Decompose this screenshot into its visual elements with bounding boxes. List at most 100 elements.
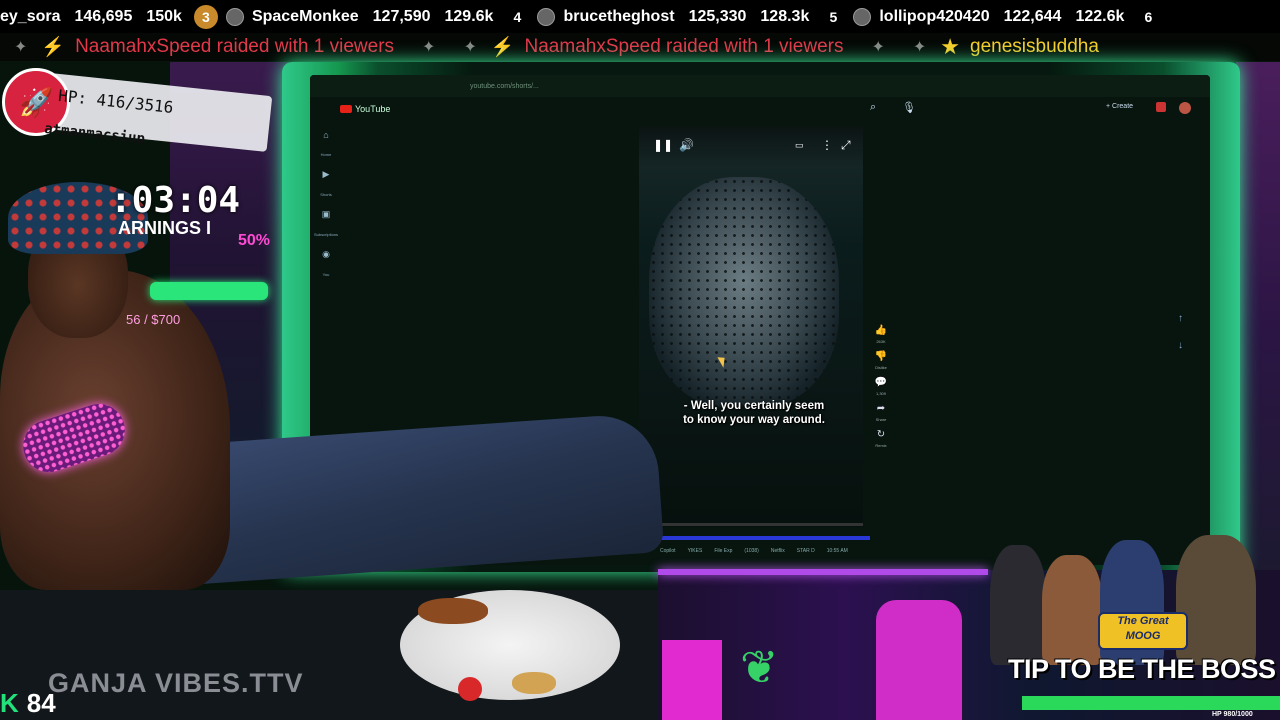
youtube-header: YouTube (310, 97, 1210, 121)
hp-card: 🚀 (2, 68, 273, 178)
short-video-player[interactable]: ❚❚ 🔊 ▭ ⋮ ⤢ - Well, you certainly seem to… (639, 127, 863, 527)
captions-icon[interactable]: ▭ (795, 140, 804, 151)
youtube-play-icon (340, 105, 352, 113)
leaderboard-name: SpaceMonkee (251, 7, 359, 25)
fullscreen-icon[interactable]: ⤢ (841, 138, 851, 153)
remix-label: Remix (875, 443, 887, 448)
sparkle-icon: ✦ (463, 39, 477, 56)
taskbar-item[interactable]: (1038) (744, 548, 758, 554)
raid-message: NaamahxSpeed raided with 1 viewers (524, 36, 844, 57)
more-options-icon[interactable]: ⋮ (821, 138, 833, 152)
tip-banner: TIP TO BE THE BOSS (1008, 654, 1276, 684)
taskbar-item[interactable]: Copilot (660, 548, 676, 554)
leaderboard-short: 128.3k (760, 7, 810, 25)
viewer-number: 84 (26, 688, 56, 718)
goal-text: 56 / $700 (126, 312, 181, 327)
scroll-arrows: ↑ ↓ (1178, 313, 1183, 351)
sidebar-item-subscriptions[interactable]: Subscriptions (314, 232, 338, 237)
raid-ticker: ✦ ⚡ NaamahxSpeed raided with 1 viewers ✦… (0, 33, 1280, 61)
stream-timer: :03:04 (110, 180, 241, 221)
leaderboard-entry: 6 (1136, 5, 1160, 29)
moog-badge: The Great MOOG (1098, 612, 1188, 650)
subscriptions-icon[interactable]: ▣ (322, 209, 331, 220)
boss-hp-label: HP 980/1000 (1212, 711, 1253, 718)
leaderboard-name: lollipop420420 (879, 7, 990, 25)
leaderboard-score: 125,330 (688, 7, 747, 25)
create-button[interactable]: + Create (1106, 103, 1133, 110)
controller-button (458, 677, 482, 701)
boss-hp-bar (1022, 696, 1280, 710)
leaderboard-name: ey_sora (0, 7, 61, 25)
raid-message: NaamahxSpeed raided with 1 viewers (75, 36, 395, 57)
volume-icon[interactable]: 🔊 (679, 138, 694, 152)
leaderboard-bar: ey_sora 146,695 150k 3 SpaceMonkee 127,5… (0, 0, 1280, 33)
warnings-label: ARNINGS I (118, 218, 212, 238)
window-highlight-bar (660, 536, 870, 540)
leaderboard-entry: 3 SpaceMonkee 127,590 129.6k (193, 4, 493, 29)
home-icon[interactable]: ⌂ (323, 130, 328, 140)
percent-label: 50% (238, 232, 271, 249)
sidebar-item-home[interactable]: Home (321, 152, 332, 157)
comment-icon[interactable]: 💬 (875, 377, 887, 388)
url-text: youtube.com/shorts/... (470, 82, 539, 90)
avatar (853, 7, 872, 26)
sparkle-icon: ✦ (912, 39, 927, 56)
notification-bell-icon[interactable] (1156, 102, 1166, 112)
avatar[interactable] (1179, 102, 1191, 114)
leaf-icon: ❦ (740, 641, 779, 693)
you-icon[interactable]: ◉ (322, 249, 330, 260)
sidebar-item-shorts[interactable]: Shorts (320, 192, 332, 197)
shorts-icon[interactable]: ▶ (323, 169, 330, 180)
youtube-logo-text: YouTube (355, 104, 391, 114)
sparkle-icon: ✦ (422, 39, 436, 56)
search-icon[interactable]: ⌕ (870, 101, 876, 114)
sidebar-item-you[interactable]: You (323, 272, 330, 277)
pause-icon[interactable]: ❚❚ (653, 138, 673, 152)
address-bar[interactable]: youtube.com/shorts/... (310, 75, 1210, 97)
microphone-icon[interactable]: 🎙 (902, 101, 916, 114)
taskbar-item[interactable]: YIKES (688, 548, 703, 554)
food (418, 598, 488, 624)
youtube-logo[interactable]: YouTube (340, 104, 390, 114)
subtitle-line: to know your way around. (683, 414, 825, 426)
sparkle-icon: ✦ (871, 39, 885, 56)
video-controls: ❚❚ 🔊 ▭ ⋮ ⤢ (639, 127, 863, 167)
viewer-prefix: K (0, 688, 19, 718)
taskbar-item[interactable]: Netflix (771, 548, 785, 554)
leaderboard-short: 122.6k (1075, 7, 1125, 25)
subtitle-line: - Well, you certainly seem (683, 400, 825, 412)
taskbar-item[interactable]: STAR D (797, 548, 815, 554)
share-label: Share (875, 417, 887, 422)
lightning-icon: ⚡ (41, 37, 66, 58)
ticker-name: genesisbuddha (970, 36, 1099, 57)
like-count: 263K (876, 339, 886, 344)
video-progress-bar[interactable] (639, 523, 863, 526)
rank-number: 5 (829, 8, 838, 25)
arrow-up-icon[interactable]: ↑ (1178, 313, 1183, 324)
remix-icon[interactable]: ↻ (877, 429, 885, 440)
rank-number: 4 (513, 8, 522, 25)
leaderboard-score: 122,644 (1003, 7, 1062, 25)
youtube-sidebar: ⌂ Home ▶ Shorts ▣ Subscriptions ◉ You (314, 130, 338, 277)
viewer-count: K 84 (0, 688, 56, 719)
leaderboard-entry: 4 brucetheghost 125,330 128.3k (505, 5, 809, 29)
avatar (537, 7, 556, 26)
right-decoration (1236, 62, 1280, 602)
short-actions: 👍 263K 👎 Dislike 💬 1,309 ➦ Share ↻ Remix (872, 325, 890, 448)
arrow-down-icon[interactable]: ↓ (1178, 340, 1183, 351)
moog-line: MOOG (1125, 630, 1161, 642)
star-icon: ★ (940, 34, 961, 59)
leaderboard-entry: ey_sora 146,695 150k (0, 8, 182, 26)
rank-badge: 3 (193, 4, 218, 29)
thumbs-up-icon[interactable]: 👍 (875, 325, 887, 336)
taskbar-clock: 10:55 AM (826, 548, 848, 554)
taskbar-item[interactable]: File Exp (714, 548, 732, 554)
share-icon[interactable]: ➦ (877, 403, 885, 414)
neon-block (876, 600, 962, 720)
video-subtitle: - Well, you certainly seem to know your … (659, 399, 849, 427)
comment-count: 1,309 (875, 391, 886, 396)
dislike-label: Dislike (875, 365, 887, 370)
thumbs-down-icon[interactable]: 👎 (875, 351, 887, 362)
leaderboard-entry: 5 lollipop420420 122,644 122.6k (821, 5, 1124, 29)
neon-divider (658, 569, 988, 575)
